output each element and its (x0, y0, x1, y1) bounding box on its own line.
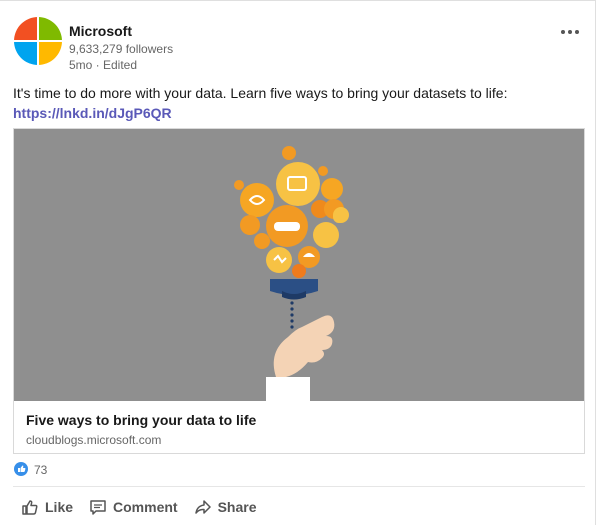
divider (13, 486, 585, 487)
article-image[interactable] (14, 129, 584, 401)
article-title[interactable]: Five ways to bring your data to life (26, 412, 256, 428)
data-illustration (234, 146, 349, 401)
comment-icon (90, 500, 106, 515)
post-meta: 5mo · Edited (69, 58, 138, 72)
post-text: It's time to do more with your data. Lea… (13, 85, 508, 101)
comment-label: Comment (113, 499, 178, 515)
more-options-icon[interactable] (561, 21, 585, 34)
author-info: Microsoft 9,633,279 followers 5mo · Edit… (69, 23, 173, 73)
share-icon (194, 500, 211, 514)
article-card[interactable]: Five ways to bring your data to life clo… (13, 128, 585, 454)
article-domain: cloudblogs.microsoft.com (26, 433, 162, 447)
reaction-count: 73 (34, 463, 48, 477)
comment-button[interactable]: Comment (81, 494, 186, 520)
like-button[interactable]: Like (13, 494, 81, 520)
social-actions: Like Comment Share (13, 494, 265, 522)
microsoft-logo[interactable] (14, 17, 62, 65)
share-button[interactable]: Share (186, 494, 265, 520)
feed-post: Microsoft 9,633,279 followers 5mo · Edit… (0, 0, 596, 525)
like-label: Like (45, 499, 74, 515)
post-body: It's time to do more with your data. Lea… (13, 83, 583, 123)
thumbs-up-icon (22, 500, 38, 515)
like-reaction-icon (14, 462, 28, 476)
follower-count: 9,633,279 followers (69, 42, 174, 56)
share-label: Share (217, 499, 257, 515)
post-link[interactable]: https://lnkd.in/dJgP6QR (13, 103, 583, 123)
article-caption[interactable]: Five ways to bring your data to life clo… (14, 401, 584, 453)
author-name[interactable]: Microsoft (69, 23, 173, 39)
